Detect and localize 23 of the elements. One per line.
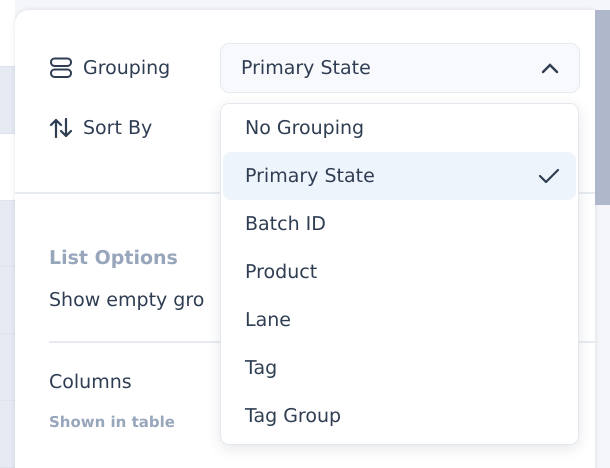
dropdown-option[interactable]: Batch ID <box>223 200 576 248</box>
table-row <box>0 200 15 268</box>
dropdown-option[interactable]: Primary State <box>223 152 576 200</box>
table-row <box>0 334 15 402</box>
grouping-select[interactable]: Primary State <box>220 43 580 93</box>
table-row <box>0 401 15 468</box>
dropdown-option[interactable]: Product <box>223 248 576 296</box>
sort-by-label: Sort By <box>83 117 152 139</box>
table-row <box>0 267 15 334</box>
dropdown-option[interactable]: No Grouping <box>223 104 576 152</box>
columns-subheading: Shown in table <box>49 413 175 431</box>
stack-icon <box>49 57 73 79</box>
dropdown-option[interactable]: Tag Group <box>223 392 576 440</box>
check-icon <box>538 168 560 184</box>
scrollbar-thumb[interactable] <box>595 10 610 205</box>
dropdown-option[interactable]: Lane <box>223 296 576 344</box>
table-row <box>0 66 15 134</box>
dropdown-option[interactable]: Tag <box>223 344 576 392</box>
section-heading: List Options <box>49 247 179 269</box>
sort-icon <box>49 117 73 139</box>
columns-heading: Columns <box>49 371 132 393</box>
option-label: Show empty gro <box>49 289 204 311</box>
grouping-label: Grouping <box>83 57 170 79</box>
